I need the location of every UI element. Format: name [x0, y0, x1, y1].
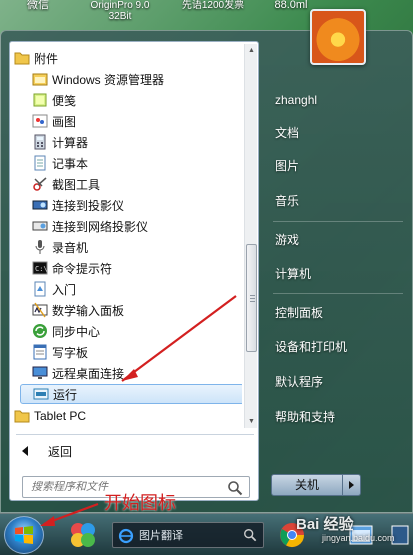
calculator-icon — [32, 134, 48, 150]
program-item-label: 录音机 — [52, 240, 89, 255]
explorer-icon — [32, 71, 48, 87]
taskbar-search-label: 图片翻译 — [139, 530, 183, 542]
desktop-icon-file-label[interactable]: 88.0ml — [266, 0, 316, 11]
ie-icon — [118, 528, 134, 544]
baidu-watermark: Bai 经验 — [296, 516, 354, 533]
program-item-wordpad[interactable]: 写字板 — [12, 342, 242, 362]
desktop-icon-wechat-label[interactable]: 微信 — [18, 0, 58, 11]
scroll-thumb[interactable] — [246, 244, 257, 352]
right-item-devices[interactable]: 设备和打印机 — [275, 336, 405, 358]
getting-started-icon — [32, 281, 48, 297]
program-item-sticky-notes[interactable]: 便笺 — [12, 90, 242, 110]
folder-tablet-pc[interactable]: Tablet PC — [12, 406, 242, 426]
svg-text:C:\: C:\ — [35, 265, 48, 273]
search-icon[interactable] — [227, 480, 243, 496]
chevron-right-icon — [349, 481, 354, 489]
program-item-label: 入门 — [52, 282, 77, 297]
right-item-default-programs[interactable]: 默认程序 — [275, 371, 405, 393]
wordpad-icon — [32, 344, 48, 360]
right-pane-separator — [273, 293, 403, 294]
program-item-label: 命令提示符 — [52, 261, 113, 276]
folder-icon — [14, 50, 30, 66]
program-item-sync-center[interactable]: 同步中心 — [12, 321, 242, 341]
user-avatar[interactable] — [310, 9, 366, 65]
program-item-label: 数学输入面板 — [52, 303, 125, 318]
desktop-icon-invoice-label[interactable]: 先语1200发票 — [178, 0, 248, 11]
back-label: 返回 — [48, 444, 73, 459]
list-divider — [16, 434, 254, 435]
folder-icon — [14, 408, 30, 424]
command-prompt-icon: C:\ — [32, 260, 48, 276]
program-item-label: Tablet PC — [34, 409, 87, 423]
right-item-music[interactable]: 音乐 — [275, 190, 405, 212]
shutdown-options-button[interactable] — [343, 474, 361, 496]
annotation-label: 开始图标 — [104, 493, 176, 514]
right-item-computer[interactable]: 计算机 — [275, 263, 405, 285]
program-item-getting-started[interactable]: 入门 — [12, 279, 242, 299]
scroll-up-button[interactable]: ▲ — [245, 44, 258, 57]
desktop-icon-originpro-label[interactable]: OriginPro 9.0 32Bit — [80, 0, 160, 22]
shutdown-button[interactable]: 关机 — [271, 474, 343, 496]
right-pane-separator — [273, 221, 403, 222]
program-item-notepad[interactable]: 记事本 — [12, 153, 242, 173]
right-item-control-panel[interactable]: 控制面板 — [275, 302, 405, 324]
right-item-games[interactable]: 游戏 — [275, 229, 405, 251]
start-button[interactable] — [4, 516, 44, 554]
program-item-explorer[interactable]: Windows 资源管理器 — [12, 69, 242, 89]
pinwheel-app-icon — [71, 523, 95, 547]
program-item-label: 远程桌面连接 — [52, 366, 125, 381]
right-pane: zhanghl 文档 图片 音乐 游戏 计算机 控制面板 设备和打印机 默认程序… — [263, 9, 413, 514]
search-icon[interactable] — [243, 528, 257, 542]
programs-pane: 附件 Windows 资源管理器 便笺 画图 计算器 记事本 截图工具 连接到投… — [9, 41, 259, 501]
run-icon — [33, 386, 49, 402]
program-item-projector[interactable]: 连接到投影仪 — [12, 195, 242, 215]
program-list: 附件 Windows 资源管理器 便笺 画图 计算器 记事本 截图工具 连接到投… — [12, 44, 242, 428]
program-item-command-prompt[interactable]: C:\ 命令提示符 — [12, 258, 242, 278]
program-item-paint[interactable]: 画图 — [12, 111, 242, 131]
right-item-help[interactable]: 帮助和支持 — [275, 406, 405, 428]
program-item-label: 连接到投影仪 — [52, 198, 125, 213]
paint-icon — [32, 113, 48, 129]
program-item-label: 同步中心 — [52, 324, 101, 339]
right-item-user[interactable]: zhanghl — [275, 89, 405, 111]
snipping-tool-icon — [32, 176, 48, 192]
sticky-notes-icon — [32, 92, 48, 108]
network-projector-icon — [32, 218, 48, 234]
taskbar-pinned-app[interactable] — [66, 518, 100, 552]
program-item-label: 写字板 — [52, 345, 89, 360]
back-arrow-icon — [22, 446, 28, 456]
program-item-label: 运行 — [53, 387, 78, 402]
program-item-label: 记事本 — [52, 156, 89, 171]
back-button[interactable]: 返回 — [18, 440, 248, 462]
program-list-scrollbar[interactable]: ▲ ▼ — [244, 44, 257, 428]
sound-recorder-icon — [32, 239, 48, 255]
notepad-icon — [32, 155, 48, 171]
folder-accessories-label: 附件 — [34, 51, 59, 66]
math-input-icon — [32, 302, 48, 318]
program-item-label: 截图工具 — [52, 177, 101, 192]
program-item-network-projector[interactable]: 连接到网络投影仪 — [12, 216, 242, 236]
program-item-label: Windows 资源管理器 — [52, 72, 165, 87]
program-item-label: 计算器 — [52, 135, 89, 150]
program-item-run[interactable]: 运行 — [20, 384, 242, 404]
start-menu: 附件 Windows 资源管理器 便笺 画图 计算器 记事本 截图工具 连接到投… — [0, 9, 413, 514]
program-item-math-input[interactable]: 数学输入面板 — [12, 300, 242, 320]
taskbar-search-box[interactable]: 图片翻译 — [112, 522, 264, 548]
program-item-label: 画图 — [52, 114, 77, 129]
program-item-label: 便笺 — [52, 93, 77, 108]
projector-icon — [32, 197, 48, 213]
right-item-pictures[interactable]: 图片 — [275, 155, 405, 177]
sync-center-icon — [32, 323, 48, 339]
program-item-calculator[interactable]: 计算器 — [12, 132, 242, 152]
program-item-sound-recorder[interactable]: 录音机 — [12, 237, 242, 257]
scroll-down-button[interactable]: ▼ — [245, 415, 258, 428]
right-item-documents[interactable]: 文档 — [275, 122, 405, 144]
folder-accessories[interactable]: 附件 — [12, 48, 242, 68]
baidu-watermark-url: jingyan.baidu.com — [322, 533, 395, 543]
remote-desktop-icon — [32, 365, 48, 381]
program-item-remote-desktop[interactable]: 远程桌面连接 — [12, 363, 242, 383]
program-item-label: 连接到网络投影仪 — [52, 219, 149, 234]
program-item-snipping-tool[interactable]: 截图工具 — [12, 174, 242, 194]
windows-logo-icon — [15, 526, 33, 544]
